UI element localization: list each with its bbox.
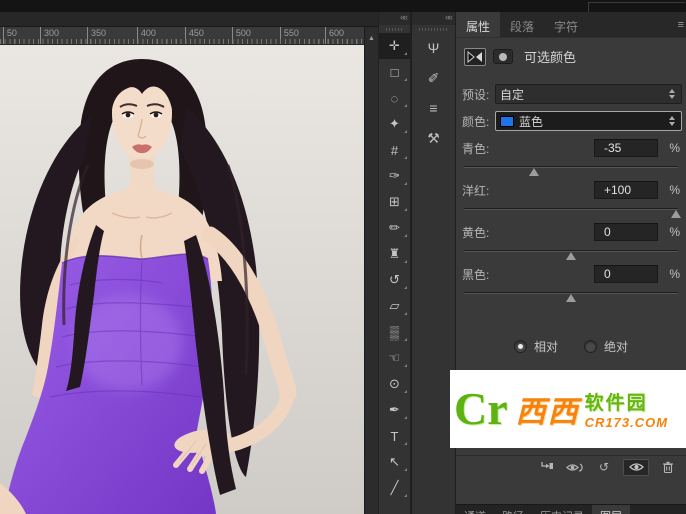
- toolbar-grip[interactable]: [386, 28, 403, 31]
- black-slider: 黑色: 0 %: [456, 262, 686, 304]
- slider-value-input[interactable]: -35: [594, 139, 658, 157]
- slider-thumb[interactable]: [528, 168, 539, 176]
- slider-thumb[interactable]: [566, 252, 576, 260]
- dock-panel-tab[interactable]: 历史记录: [532, 505, 592, 514]
- type-tool[interactable]: T: [379, 423, 410, 449]
- eraser-tool[interactable]: ▱: [379, 293, 410, 319]
- canvas-photo: [0, 45, 364, 514]
- preset-label: 预设:: [462, 87, 490, 102]
- panel-menu-icon[interactable]: ≡: [678, 19, 684, 31]
- panel-actions-bar: ↺: [456, 455, 686, 478]
- brush-tool[interactable]: ✏: [379, 215, 410, 241]
- dock-panel-tab[interactable]: 路径: [494, 505, 532, 514]
- tools-toolbar: «« ✛ □ ◌ ✦ # ✑ ⊞ ✏ ♜ ↺ ▱ ▒ ☜ ⊙ ✒ T ↖ ╱: [378, 12, 411, 514]
- clone-source-panel-icon[interactable]: ≡: [412, 93, 455, 123]
- tool-presets-panel-icon[interactable]: ⚒: [412, 123, 455, 153]
- rectangular-marquee-tool[interactable]: □: [379, 59, 410, 85]
- horizontal-ruler: 50 300 350 400 450 500 550 600: [0, 27, 364, 45]
- line-tool[interactable]: ╱: [379, 475, 410, 501]
- delete-adjustment-trash-icon[interactable]: [658, 459, 678, 476]
- slider-thumb[interactable]: [566, 294, 576, 302]
- slider-value-input[interactable]: 0: [594, 223, 658, 241]
- toolbar-collapse-icon[interactable]: ««: [379, 12, 410, 25]
- slider-track[interactable]: [464, 208, 681, 218]
- method-radio[interactable]: 绝对: [584, 338, 628, 355]
- method-radio[interactable]: 相对: [513, 338, 558, 355]
- watermark-domain: CR173.COM: [584, 415, 669, 430]
- clip-to-layer-icon[interactable]: [536, 459, 556, 476]
- color-select[interactable]: 蓝色: [495, 111, 682, 131]
- history-brush-tool[interactable]: ↺: [379, 267, 410, 293]
- radio-circle-icon[interactable]: [513, 339, 527, 353]
- select-arrows-icon: [669, 116, 677, 126]
- selective-color-badge-icon[interactable]: [464, 47, 486, 66]
- preset-select[interactable]: 自定: [495, 84, 682, 104]
- panel-tab[interactable]: 段落: [500, 12, 544, 37]
- eyedropper-tool[interactable]: ✑: [379, 163, 410, 189]
- healing-brush-tool[interactable]: ⊞: [379, 189, 410, 215]
- brush-panel-icon[interactable]: Ψ: [412, 33, 455, 63]
- radio-circle-icon[interactable]: [584, 339, 597, 353]
- crop-tool[interactable]: #: [379, 137, 410, 163]
- slider-thumb[interactable]: [670, 210, 681, 218]
- pen-tool[interactable]: ✒: [379, 397, 410, 423]
- dock-collapse-icon[interactable]: ««: [412, 12, 455, 25]
- color-swatch: [500, 115, 514, 127]
- smudge-tool[interactable]: ☜: [379, 345, 410, 371]
- slider-value-input[interactable]: 0: [594, 265, 658, 283]
- panel-tab[interactable]: 字符: [544, 12, 588, 37]
- toggle-visibility-eye-icon[interactable]: [623, 458, 649, 476]
- gradient-tool[interactable]: ▒: [379, 319, 410, 345]
- view-previous-state-icon[interactable]: [565, 459, 585, 476]
- magic-wand-tool[interactable]: ✦: [379, 111, 410, 137]
- move-tool[interactable]: ✛: [379, 33, 410, 59]
- watermark-site-suffix: 软件园: [584, 393, 648, 414]
- properties-tab-bar: 属性 段落 字符 ≡: [456, 12, 686, 38]
- watermark-site-name: 西西: [515, 396, 580, 429]
- panel-dock-top-edge: [588, 2, 685, 12]
- layer-mask-icon[interactable]: [493, 49, 513, 64]
- watermark-logo: Cr: [454, 383, 508, 434]
- vertical-scrollbar[interactable]: ▲: [364, 27, 378, 514]
- document-tab-bar: [0, 12, 378, 27]
- lasso-tool[interactable]: ◌: [379, 85, 410, 111]
- app-top-strip: [0, 0, 686, 12]
- photo-illustration: [0, 45, 364, 514]
- clone-stamp-tool[interactable]: ♜: [379, 241, 410, 267]
- slider-track[interactable]: [464, 292, 678, 302]
- reset-icon[interactable]: ↺: [594, 459, 614, 476]
- dock-panel-tab[interactable]: 通道: [456, 505, 494, 514]
- path-selection-tool[interactable]: ↖: [379, 449, 410, 475]
- cyan-slider: 青色: -35 %: [456, 136, 686, 178]
- scroll-up-icon[interactable]: ▲: [365, 27, 378, 42]
- yellow-slider: 黄色: 0 %: [456, 220, 686, 262]
- slider-track[interactable]: [464, 250, 678, 260]
- panel-tab[interactable]: 属性: [456, 12, 501, 37]
- dock-panel-tab[interactable]: 图层: [592, 505, 630, 514]
- brush-presets-panel-icon[interactable]: ✐: [412, 63, 455, 93]
- select-arrows-icon: [669, 89, 677, 99]
- watermark-banner: Cr 西西 软件园 CR173.COM: [450, 370, 686, 448]
- slider-value-input[interactable]: +100: [594, 181, 658, 199]
- magenta-slider: 洋红: +100 %: [456, 178, 686, 220]
- dodge-tool[interactable]: ⊙: [379, 371, 410, 397]
- slider-track[interactable]: [464, 166, 678, 176]
- color-label: 颜色:: [462, 114, 490, 129]
- dock-grip[interactable]: [419, 28, 448, 31]
- ruler-minor-ticks: [0, 39, 364, 44]
- adjustment-title: 可选颜色: [524, 50, 577, 65]
- photoshop-window: 50 300 350 400 450 500 550 600 ▲ «« ✛ □ …: [0, 0, 686, 514]
